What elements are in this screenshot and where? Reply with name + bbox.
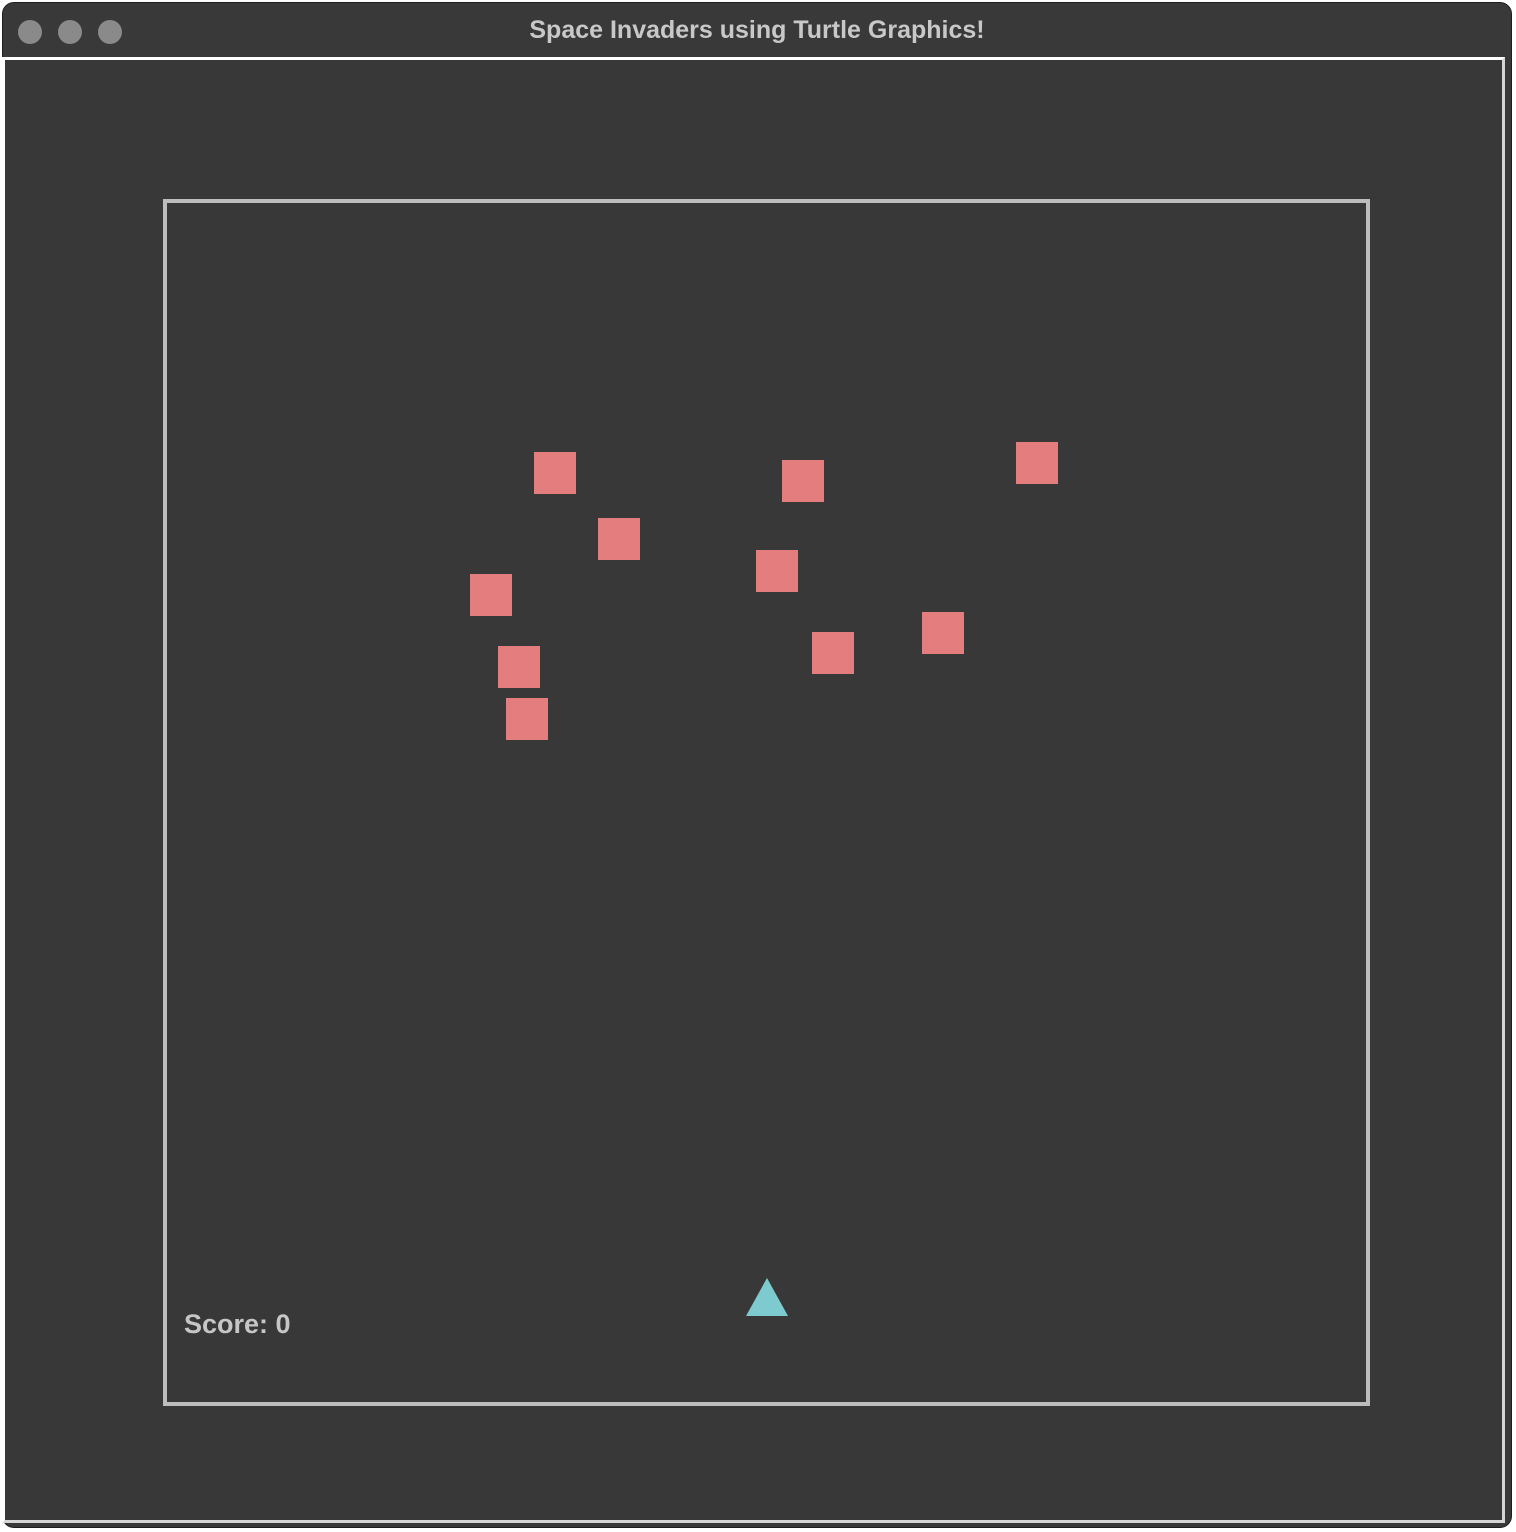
invader	[922, 612, 964, 654]
invader	[534, 452, 576, 494]
invader	[756, 550, 798, 592]
invader	[1016, 442, 1058, 484]
invader	[812, 632, 854, 674]
playfield-border	[163, 199, 1370, 1406]
score-display: Score: 0	[184, 1309, 291, 1339]
title-bar[interactable]: Space Invaders using Turtle Graphics!	[3, 3, 1511, 59]
invader	[598, 518, 640, 560]
player-ship-icon	[746, 1278, 788, 1316]
invader	[506, 698, 548, 740]
window-title: Space Invaders using Turtle Graphics!	[529, 16, 985, 44]
invader	[470, 574, 512, 616]
invader	[782, 460, 824, 502]
invader	[498, 646, 540, 688]
